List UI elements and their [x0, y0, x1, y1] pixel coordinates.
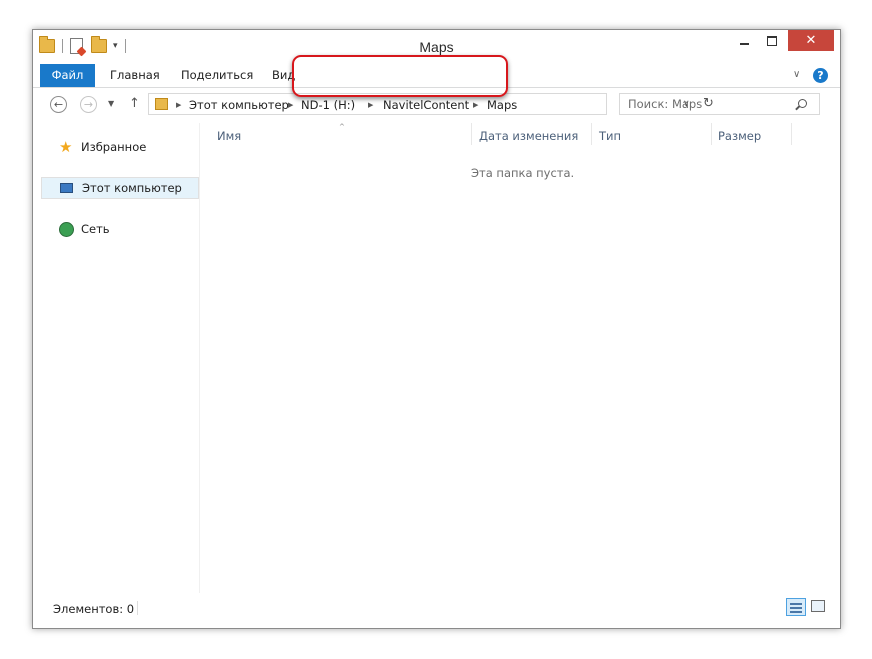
- status-bar: Элементов: 0: [33, 596, 840, 626]
- network-icon: [59, 222, 74, 237]
- breadcrumb-chevron-icon[interactable]: ▶: [368, 97, 373, 113]
- large-icons-view-button[interactable]: [811, 600, 825, 612]
- minimize-button[interactable]: [731, 30, 757, 51]
- column-header-size[interactable]: Размер: [718, 129, 761, 143]
- sort-caret-icon: ^: [339, 123, 345, 131]
- column-divider[interactable]: [791, 123, 792, 145]
- folder-icon: [155, 98, 168, 110]
- breadcrumb-navitelcontent[interactable]: NavitelContent: [383, 97, 469, 113]
- close-button[interactable]: ✕: [788, 30, 834, 51]
- tab-share[interactable]: Поделиться: [181, 64, 253, 87]
- column-divider[interactable]: [471, 123, 472, 145]
- maximize-icon: [767, 35, 777, 46]
- search-icon[interactable]: [798, 99, 807, 108]
- close-icon: ✕: [805, 33, 817, 48]
- breadcrumb-this-pc[interactable]: Этот компьютер: [189, 97, 289, 113]
- tab-file[interactable]: Файл: [40, 64, 95, 87]
- forward-button[interactable]: →: [80, 96, 97, 113]
- search-placeholder: Поиск: Maps: [628, 97, 703, 111]
- column-header-date[interactable]: Дата изменения: [479, 129, 578, 143]
- tab-home[interactable]: Главная: [110, 64, 160, 87]
- address-highlight-frame: [292, 55, 508, 97]
- window-title: Maps: [419, 39, 454, 55]
- column-divider[interactable]: [591, 123, 592, 145]
- maximize-button[interactable]: [759, 30, 785, 51]
- sidebar-item-network[interactable]: Сеть: [41, 219, 191, 239]
- back-button[interactable]: ←: [50, 96, 67, 113]
- item-count: Элементов: 0: [53, 602, 135, 616]
- column-headers: ^ Имя Дата изменения Тип Размер: [203, 123, 803, 151]
- navigation-pane: ★ Избранное Этот компьютер Сеть: [33, 123, 200, 593]
- up-button[interactable]: ↑: [129, 96, 140, 111]
- help-icon[interactable]: ?: [813, 68, 828, 83]
- sidebar-item-label: Этот компьютер: [82, 181, 182, 195]
- status-divider: [137, 601, 138, 615]
- minimize-icon: [739, 42, 749, 45]
- column-divider[interactable]: [711, 123, 712, 145]
- details-view-button[interactable]: [786, 598, 806, 616]
- empty-folder-message: Эта папка пуста.: [471, 166, 575, 180]
- computer-icon: [60, 183, 73, 193]
- breadcrumb-chevron-icon[interactable]: ▶: [288, 97, 293, 113]
- sidebar-item-this-pc[interactable]: Этот компьютер: [41, 177, 199, 199]
- column-header-type[interactable]: Тип: [599, 129, 621, 143]
- breadcrumb-chevron-icon[interactable]: ▶: [473, 97, 478, 113]
- expand-ribbon-icon[interactable]: ∨: [793, 69, 800, 80]
- recent-locations-icon[interactable]: ▼: [108, 99, 114, 108]
- sidebar-item-favorites[interactable]: ★ Избранное: [41, 137, 191, 157]
- sidebar-item-label: Сеть: [81, 222, 110, 236]
- breadcrumb-maps[interactable]: Maps: [487, 97, 517, 113]
- breadcrumb-chevron-icon[interactable]: ▶: [176, 97, 181, 113]
- sidebar-item-label: Избранное: [81, 140, 147, 154]
- breadcrumb-drive[interactable]: ND-1 (H:): [301, 97, 355, 113]
- star-icon: ★: [59, 138, 73, 156]
- search-input[interactable]: Поиск: Maps: [619, 93, 820, 115]
- column-header-name[interactable]: Имя: [217, 129, 241, 143]
- explorer-window: ▾ Maps ✕ Файл Главная Поделиться Вид ∨ ?…: [32, 29, 841, 629]
